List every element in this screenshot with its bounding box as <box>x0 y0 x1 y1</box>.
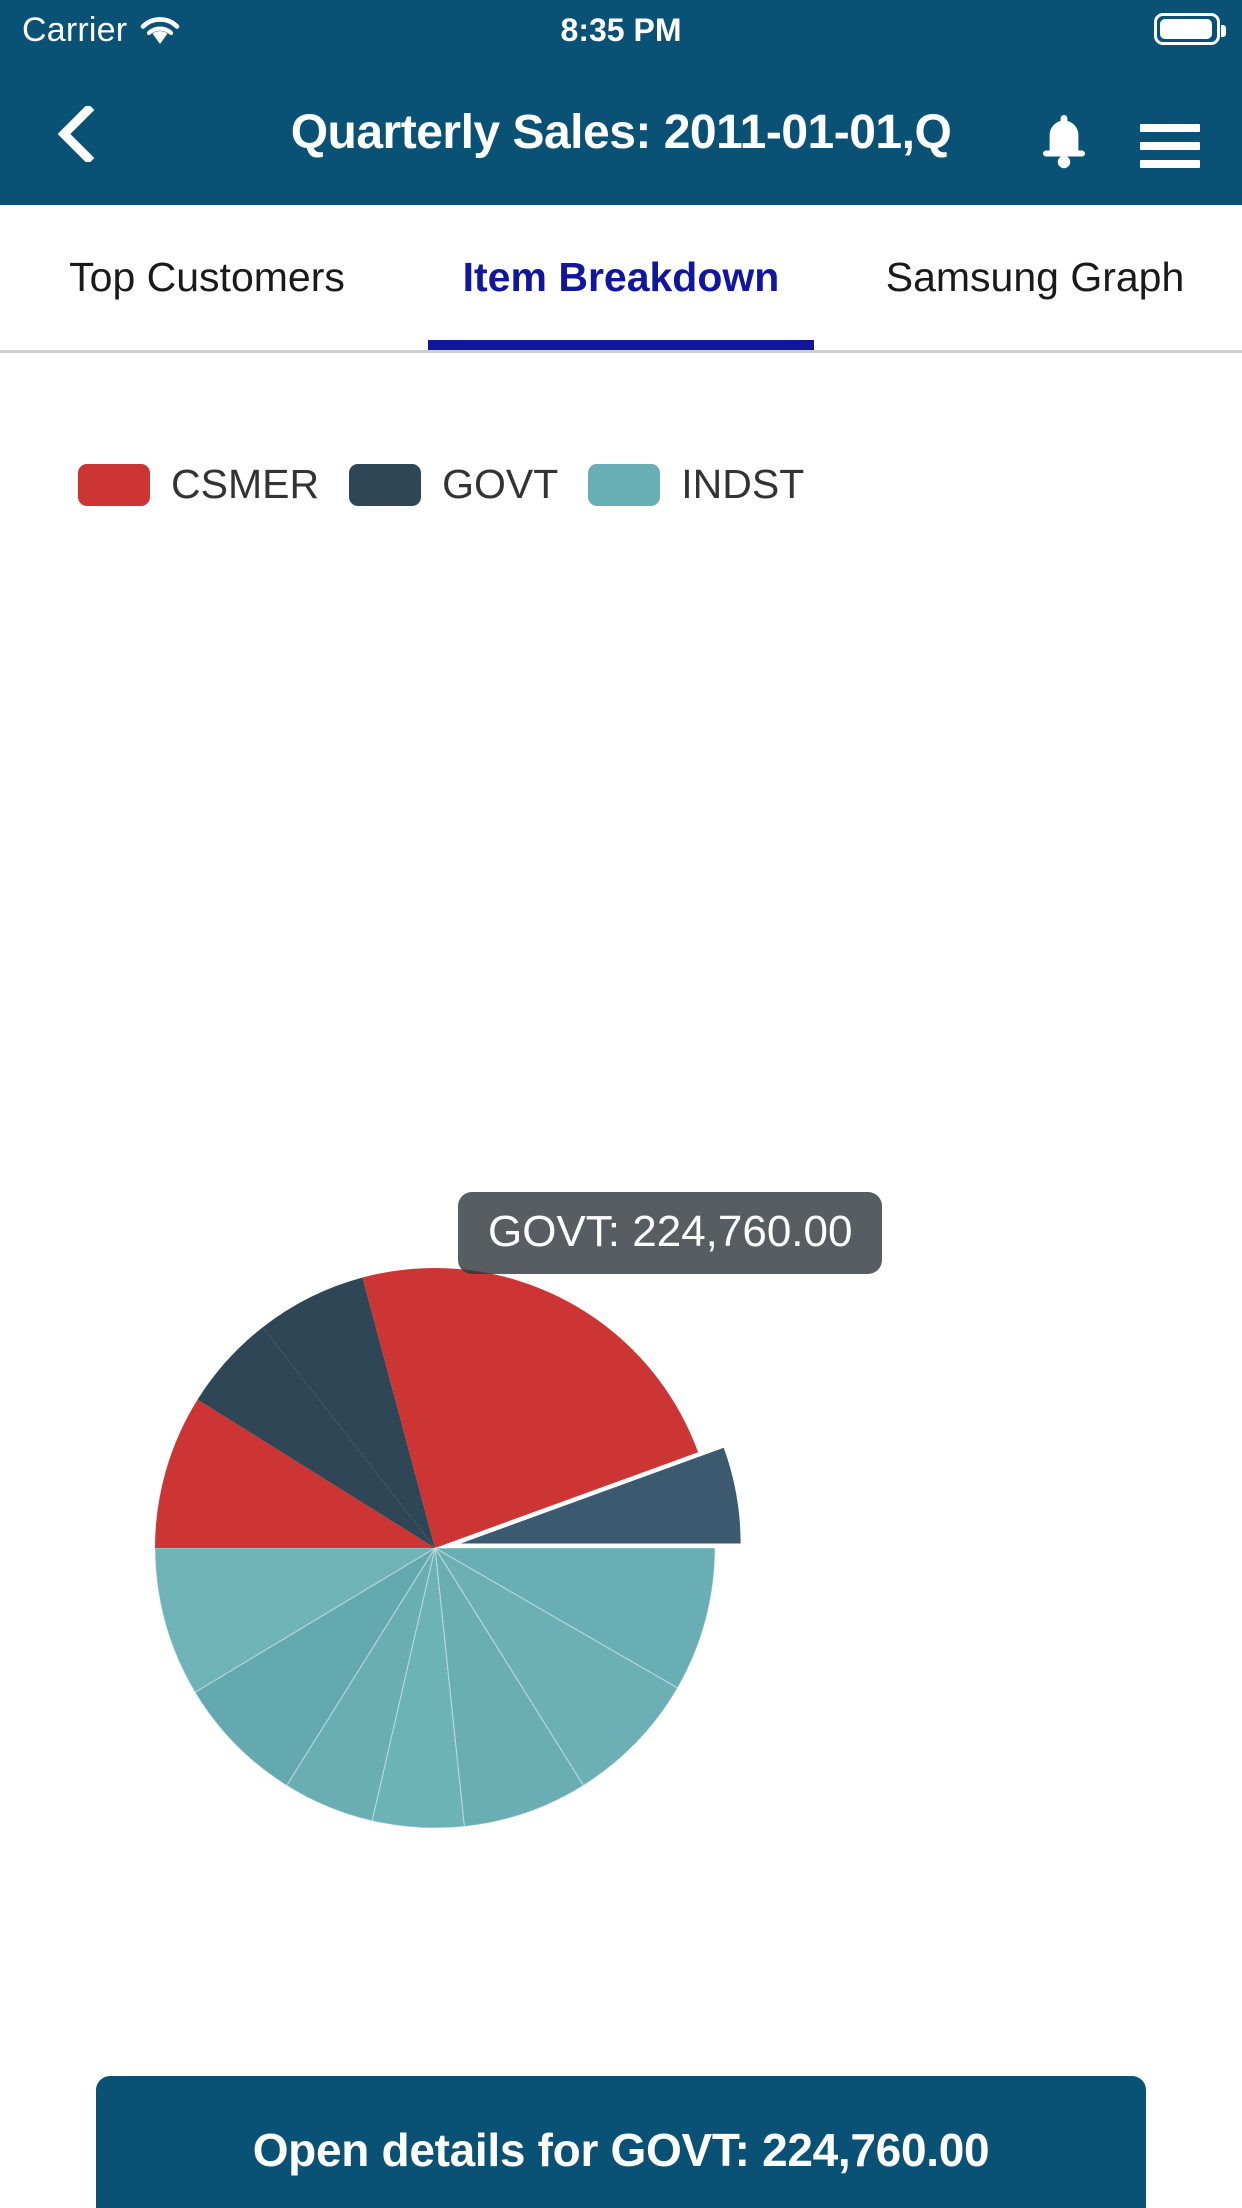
tab-label: Samsung Graph <box>885 254 1185 300</box>
hamburger-bar-2 <box>1140 142 1200 150</box>
hamburger-bar-3 <box>1140 160 1200 168</box>
hamburger-menu-button[interactable] <box>1140 124 1200 168</box>
battery-full-icon <box>1154 13 1226 45</box>
bell-icon <box>1043 115 1085 169</box>
page-title: Quarterly Sales: 2011-01-01,Q <box>290 106 952 159</box>
tab-label: Top Customers <box>69 254 345 300</box>
tab-label: Item Breakdown <box>462 254 780 300</box>
status-bar: Carrier 8:35 PM <box>0 0 1242 60</box>
battery-fill <box>1160 19 1212 39</box>
hamburger-bar-1 <box>1140 124 1200 132</box>
tab-top-customers[interactable]: Top Customers <box>0 205 414 350</box>
tab-bar: Top Customers Item Breakdown Samsung Gra… <box>0 205 1242 353</box>
tab-item-breakdown[interactable]: Item Breakdown <box>414 205 828 350</box>
chevron-left-icon <box>57 103 95 165</box>
tab-samsung-graph[interactable]: Samsung Graph <box>828 205 1242 350</box>
chart-tooltip: GOVT: 224,760.00 <box>458 1192 883 1274</box>
app-screen: Carrier 8:35 PM Quarterly Sales: 2011-01… <box>0 0 1242 2208</box>
notifications-button[interactable] <box>1038 112 1090 170</box>
status-bar-clock: 8:35 PM <box>560 11 682 48</box>
open-details-button[interactable]: Open details for GOVT: 224,760.00 <box>96 2076 1146 2208</box>
nav-bar: Quarterly Sales: 2011-01-01,Q <box>0 60 1242 205</box>
back-button[interactable] <box>48 103 104 165</box>
